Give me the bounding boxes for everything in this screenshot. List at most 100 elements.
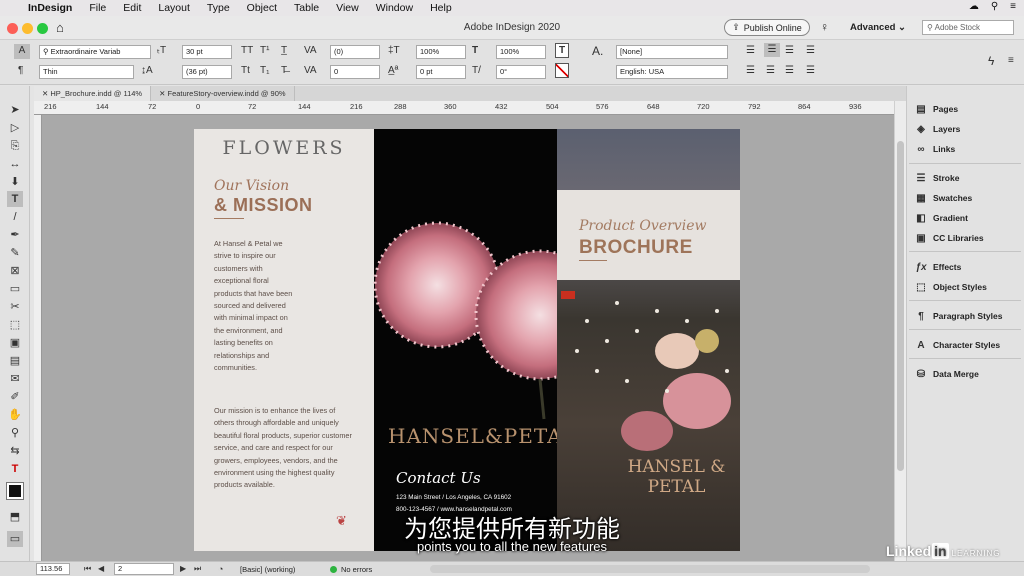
free-transform-tool-icon[interactable]: ⬚ [7, 317, 23, 333]
brochure-heading[interactable]: BROCHURE [579, 237, 693, 259]
lightbulb-icon[interactable]: ♀ [820, 20, 829, 34]
strikethrough-icon[interactable]: T̶ [281, 64, 287, 78]
skew-field[interactable]: 0° [496, 65, 546, 79]
prev-page-icon[interactable]: ◀ [98, 562, 104, 576]
publish-online-button[interactable]: ⇪ Publish Online [724, 19, 810, 36]
scissors-tool-icon[interactable]: ✂ [7, 299, 23, 315]
font-style-field[interactable]: Thin [39, 65, 134, 79]
font-size-field[interactable]: 30 pt [182, 45, 232, 59]
rectangle-frame-tool-icon[interactable]: ⊠ [7, 263, 23, 279]
content-collector-icon[interactable]: ⬇ [7, 174, 23, 190]
preflight-profile[interactable]: [Basic] (working) [240, 565, 295, 574]
mission-heading[interactable]: & MISSION [214, 195, 313, 216]
paragraph-formatting-icon[interactable]: ¶ [18, 64, 23, 78]
vertical-scrollbar[interactable] [894, 101, 906, 561]
contact-heading[interactable]: Contact Us [396, 469, 481, 487]
line-tool-icon[interactable]: / [7, 209, 23, 225]
selection-tool-icon[interactable]: ➤ [7, 102, 23, 118]
panel-pages[interactable]: ▤ Pages [915, 101, 958, 117]
lightning-icon[interactable]: ϟ [988, 54, 994, 68]
menu-window[interactable]: Window [376, 2, 413, 14]
close-tab-icon[interactable]: ✕ [159, 89, 165, 98]
panel-character-styles[interactable]: A Character Styles [915, 337, 1000, 353]
zoom-tool-icon[interactable]: ⚲ [7, 425, 23, 441]
horizontal-ruler[interactable]: 216 144 72 0 72 144 216 288 360 432 504 … [34, 101, 894, 115]
eyedropper-tool-icon[interactable]: ✐ [7, 389, 23, 405]
brochure-spread[interactable]: FLOWERS Our Vision & MISSION At Hansel &… [194, 129, 740, 551]
baseline-shift-field[interactable]: 0 pt [416, 65, 466, 79]
fill-swatch-icon[interactable] [6, 482, 24, 500]
subscript-icon[interactable]: T₁ [260, 64, 269, 78]
hand-tool-icon[interactable]: ✋ [7, 407, 23, 423]
language-field[interactable]: English: USA [616, 65, 728, 79]
vertical-scale-field[interactable]: 100% [416, 45, 466, 59]
our-vision-heading[interactable]: Our Vision [214, 178, 289, 194]
document-canvas[interactable]: FLOWERS Our Vision & MISSION At Hansel &… [42, 115, 894, 561]
kerning-field[interactable]: (0) [330, 45, 380, 59]
menu-help[interactable]: Help [430, 2, 452, 14]
errors-label[interactable]: No errors [341, 565, 372, 574]
product-overview-heading[interactable]: Product Overview [579, 218, 706, 234]
all-caps-icon[interactable]: TT [241, 44, 253, 58]
direct-selection-tool-icon[interactable]: ▷ [7, 120, 23, 136]
pencil-tool-icon[interactable]: ✎ [7, 245, 23, 261]
align-towards-spine-icon[interactable]: ☰ [806, 44, 815, 58]
gap-tool-icon[interactable]: ↔ [7, 156, 23, 172]
menu-edit[interactable]: Edit [123, 2, 141, 14]
panel-paragraph-styles[interactable]: ¶ Paragraph Styles [915, 308, 1002, 324]
preflight-icon[interactable]: ◔ [218, 562, 223, 576]
rectangle-tool-icon[interactable]: ▭ [7, 281, 23, 297]
tab-featurestory[interactable]: ✕ FeatureStory-overview.indd @ 90% [151, 86, 295, 101]
leading-field[interactable]: (36 pt) [182, 65, 232, 79]
workspace-switcher[interactable]: Advanced ⌄ [850, 22, 906, 33]
character-style-field[interactable]: [None] [616, 45, 728, 59]
horizontal-scrollbar[interactable] [430, 565, 870, 573]
panel-layers[interactable]: ◈ Layers [915, 121, 960, 137]
scroll-thumb[interactable] [897, 141, 904, 471]
brochure-panel-right[interactable]: Product Overview BROCHURE HANSEL & PETAL [557, 129, 740, 551]
justify-center-icon[interactable]: ☰ [766, 64, 775, 78]
pink-dahlia-image[interactable] [282, 219, 606, 420]
panel-stroke[interactable]: ☰ Stroke [915, 170, 960, 186]
justify-right-icon[interactable]: ☰ [785, 64, 794, 78]
tracking-field[interactable]: 0 [330, 65, 380, 79]
first-page-icon[interactable]: ⏮ [84, 562, 91, 576]
menu-extras-icon[interactable]: ≡ [1010, 1, 1016, 12]
swap-fill-stroke-icon[interactable]: ⇆ [7, 443, 23, 459]
panel-swatches[interactable]: ▦ Swatches [915, 190, 972, 206]
superscript-icon[interactable]: T¹ [260, 44, 269, 58]
note-tool-icon[interactable]: ✉ [7, 371, 23, 387]
close-tab-icon[interactable]: ✕ [42, 89, 48, 98]
menu-type[interactable]: Type [207, 2, 230, 14]
tab-hp-brochure[interactable]: ✕ HP_Brochure.indd @ 114% [34, 86, 152, 101]
small-caps-icon[interactable]: Tt [241, 64, 250, 78]
fill-color-icon[interactable]: T [555, 43, 569, 58]
menu-app[interactable]: InDesign [28, 2, 72, 14]
zoom-field[interactable]: 113.56 [36, 563, 70, 575]
panel-data-merge[interactable]: ⛁ Data Merge [915, 366, 979, 382]
panel-gradient[interactable]: ◧ Gradient [915, 210, 968, 226]
adobe-stock-search[interactable]: ⚲ Adobe Stock [922, 20, 1014, 35]
type-tool-icon[interactable]: T [7, 191, 23, 207]
next-page-icon[interactable]: ▶ [180, 562, 186, 576]
stroke-color-icon[interactable] [555, 63, 569, 78]
menu-layout[interactable]: Layout [158, 2, 190, 14]
panel-menu-icon[interactable]: ≡ [1008, 54, 1014, 68]
underline-icon[interactable]: T̲ [281, 44, 287, 58]
panel-effects[interactable]: ƒx Effects [915, 259, 961, 275]
last-page-icon[interactable]: ⏭ [194, 562, 201, 576]
justify-all-icon[interactable]: ☰ [806, 64, 815, 78]
justify-left-icon[interactable]: ☰ [746, 64, 755, 78]
vertical-ruler[interactable] [34, 115, 42, 561]
spotlight-icon[interactable]: ⚲ [991, 1, 998, 12]
menu-table[interactable]: Table [294, 2, 319, 14]
pen-tool-icon[interactable]: ✒ [7, 227, 23, 243]
horizontal-scale-field[interactable]: 100% [496, 45, 546, 59]
gradient-swatch-tool-icon[interactable]: ▣ [7, 335, 23, 351]
formatting-affects-text-icon[interactable]: T [7, 461, 23, 477]
creative-cloud-icon[interactable]: ☁ [969, 1, 979, 12]
font-family-field[interactable]: ⚲ Extraordinaire Variab [39, 45, 151, 59]
character-formatting-icon[interactable]: A [14, 44, 30, 59]
page-tool-icon[interactable]: ⎘ [7, 138, 23, 154]
panel-object-styles[interactable]: ⬚ Object Styles [915, 279, 987, 295]
